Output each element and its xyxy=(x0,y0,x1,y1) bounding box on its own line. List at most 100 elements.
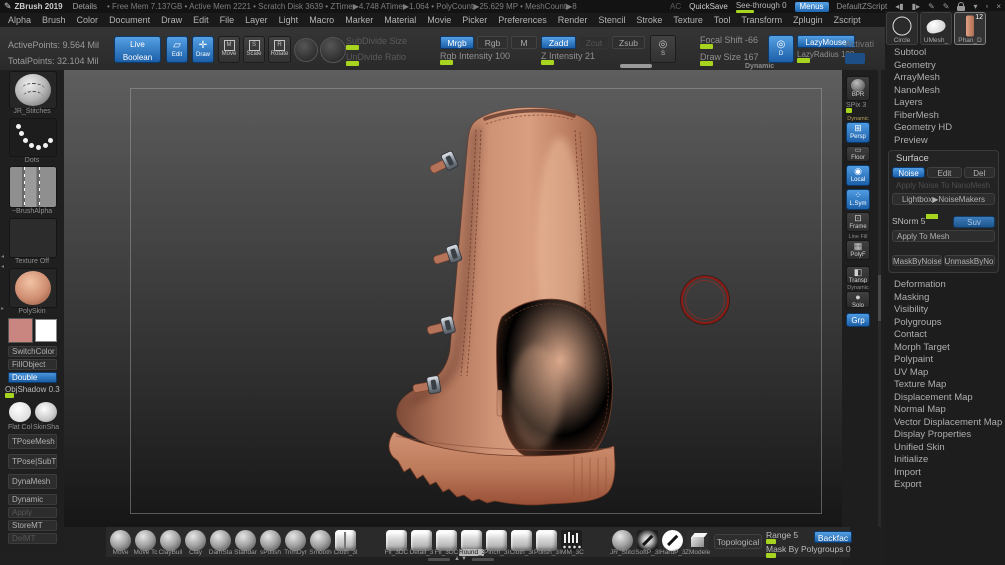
menu-item[interactable]: Tool xyxy=(714,15,731,25)
current-texture-thumbnail[interactable] xyxy=(9,218,57,258)
brush-button[interactable]: Move xyxy=(108,528,133,556)
menu-item[interactable]: Render xyxy=(558,15,588,25)
palette-section[interactable]: Visibility xyxy=(894,304,1005,317)
persp-button[interactable]: ⊞Persp xyxy=(846,122,870,143)
palette-section[interactable]: UV Map xyxy=(894,367,1005,380)
current-alpha-thumbnail[interactable] xyxy=(9,166,57,208)
palette-section[interactable]: Geometry HD xyxy=(894,122,1005,135)
palette-section[interactable]: Normal Map xyxy=(894,404,1005,417)
shelf-scroll-indicator[interactable]: ▲▼ xyxy=(428,556,494,562)
double-button[interactable]: Double xyxy=(8,372,57,383)
scroll-left-icon[interactable]: ◂▮ xyxy=(895,2,903,11)
palette-section[interactable]: NanoMesh xyxy=(894,85,1005,98)
menu-item[interactable]: File xyxy=(220,15,235,25)
brush-toggle-icon[interactable]: ✎ xyxy=(928,2,935,11)
palette-section[interactable]: FiberMesh xyxy=(894,110,1005,123)
noise-del-button[interactable]: Del xyxy=(964,167,995,178)
menu-item[interactable]: Transform xyxy=(741,15,782,25)
tray-expand-icon[interactable]: ▸ xyxy=(1,305,4,312)
palette-section[interactable]: Polygroups xyxy=(894,317,1005,330)
brush-button[interactable]: sPolish xyxy=(258,528,283,556)
menu-item[interactable]: Color xyxy=(77,15,99,25)
lightbox-noisemakers-button[interactable]: Lightbox▶NoiseMakers xyxy=(892,193,995,205)
menu-item[interactable]: Stencil xyxy=(598,15,625,25)
palette-section[interactable]: Export xyxy=(894,479,1005,492)
topological-button[interactable]: Topological xyxy=(714,534,762,549)
switch-color-button[interactable]: SwitchColor xyxy=(8,346,57,357)
live-boolean-button[interactable]: Live Boolean xyxy=(114,36,161,63)
suv-button[interactable]: Suv xyxy=(953,216,995,228)
current-material-thumbnail[interactable] xyxy=(9,268,57,308)
zcut-button[interactable]: Zcut xyxy=(579,36,609,49)
brush-button[interactable]: ZModeler xyxy=(685,528,710,556)
undivide-ratio-slider[interactable]: UnDivide Ratio xyxy=(346,52,436,63)
menu-item[interactable]: Texture xyxy=(673,15,703,25)
noise-edit-button[interactable]: Edit xyxy=(927,167,961,178)
dynamic-button[interactable]: Dynamic xyxy=(8,494,57,505)
brush-button[interactable]: SoftP_3l xyxy=(635,528,660,556)
brush-button[interactable]: Smooth xyxy=(308,528,333,556)
menu-item[interactable]: Preferences xyxy=(498,15,547,25)
brush-button[interactable]: Clay xyxy=(183,528,208,556)
menu-item[interactable]: Zplugin xyxy=(793,15,823,25)
tray-scroll-down-icon[interactable]: ◂ xyxy=(1,263,4,270)
scroll-right-icon[interactable]: ▮▸ xyxy=(912,2,920,11)
rotate-button[interactable]: RRotate xyxy=(268,36,291,63)
brush-toggle2-icon[interactable]: ✎ xyxy=(943,2,950,11)
palette-section[interactable]: Preview xyxy=(894,135,1005,148)
dynamesh-button[interactable]: DynaMesh xyxy=(8,474,57,489)
grp-button[interactable]: Grp xyxy=(846,313,870,327)
brush-button[interactable]: Pinch_3l xyxy=(484,528,509,556)
palette-section[interactable]: Deformation xyxy=(894,279,1005,292)
shelf-scrollbar[interactable] xyxy=(620,64,652,68)
solo-button[interactable]: ●Solo xyxy=(846,291,870,308)
brush-button[interactable]: HardP_3 xyxy=(660,528,685,556)
lock-icon[interactable] xyxy=(957,2,965,11)
quicksave-button[interactable]: QuickSave xyxy=(689,2,728,11)
palette-section[interactable]: Contact xyxy=(894,329,1005,342)
brush-button[interactable]: Move Tc xyxy=(133,528,158,556)
palette-section[interactable]: Unified Skin xyxy=(894,442,1005,455)
brush-button[interactable]: ClayBuil xyxy=(158,528,183,556)
palette-section[interactable]: Import xyxy=(894,467,1005,480)
palette-section[interactable]: Layers xyxy=(894,97,1005,110)
edit-button[interactable]: ▱Edit xyxy=(166,36,188,63)
draw-button[interactable]: ✛Draw xyxy=(192,36,214,63)
range-slider[interactable]: Range 5 xyxy=(766,530,816,541)
details-label[interactable]: Details xyxy=(73,2,97,11)
menu-item[interactable]: Document xyxy=(109,15,150,25)
tool-thumbnail[interactable]: 12 Phan_D xyxy=(954,12,986,45)
rgb-button[interactable]: Rgb xyxy=(477,36,508,49)
zsub-button[interactable]: Zsub xyxy=(612,36,645,49)
menu-item[interactable]: Stroke xyxy=(636,15,662,25)
apply-button[interactable]: Apply xyxy=(8,507,57,518)
obj-shadow-slider[interactable]: ObjShadow 0.3 xyxy=(5,385,59,395)
fill-object-button[interactable]: FillObject xyxy=(8,359,57,370)
menu-item[interactable]: Macro xyxy=(309,15,334,25)
see-through-slider[interactable]: See-through 0 xyxy=(736,1,787,12)
tool-thumbnail[interactable]: Circle xyxy=(886,12,918,45)
menu-item[interactable]: Layer xyxy=(245,15,268,25)
palette-section[interactable]: Texture Map xyxy=(894,379,1005,392)
brush-button[interactable]: Fil_3DC xyxy=(434,528,459,556)
dots-stroke-button[interactable]: ◎D xyxy=(768,35,794,63)
menu-item[interactable]: Zscript xyxy=(834,15,861,25)
palette-section[interactable]: Geometry xyxy=(894,60,1005,73)
noise-button[interactable]: Noise xyxy=(892,167,925,178)
current-stroke-thumbnail[interactable] xyxy=(9,118,57,157)
rgb-intensity-slider[interactable]: Rgb Intensity 100 xyxy=(440,51,535,62)
brush-button[interactable]: Cloth_3l xyxy=(333,528,358,556)
brush-button[interactable]: Standar xyxy=(233,528,258,556)
brush-button[interactable]: IMM_3C xyxy=(559,528,584,556)
brush-button[interactable]: Detail_3 xyxy=(409,528,434,556)
brush-button[interactable]: Polish_3 xyxy=(534,528,559,556)
canvas-viewport[interactable] xyxy=(64,70,842,527)
subdivide-size-slider[interactable]: SubDivide Size xyxy=(346,36,436,47)
apply-to-mesh-button[interactable]: Apply To Mesh xyxy=(892,230,995,242)
mrgb-button[interactable]: Mrgb xyxy=(440,36,474,49)
menu-item[interactable]: Movie xyxy=(427,15,451,25)
tool-thumbnail[interactable]: UMesh_ xyxy=(920,12,952,45)
palette-section[interactable]: Subtool xyxy=(894,47,1005,60)
activation-button[interactable] xyxy=(845,53,865,64)
brush-button[interactable]: JR_Stitch xyxy=(610,528,635,556)
